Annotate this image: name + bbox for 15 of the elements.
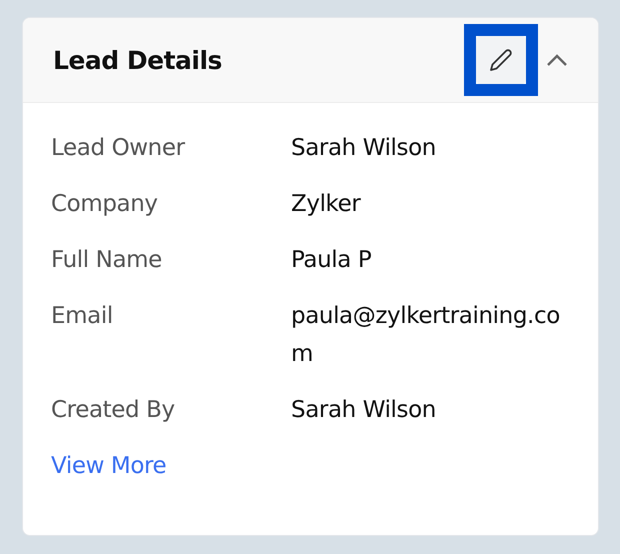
field-value: Sarah Wilson (291, 134, 437, 163)
field-label: Company (51, 191, 159, 219)
edit-button[interactable] (476, 36, 526, 84)
field-label: Full Name (51, 247, 163, 275)
field-value: Zylker (291, 190, 362, 219)
field-value: Paula P (291, 246, 372, 275)
field-label: Email (51, 303, 114, 331)
pencil-icon (489, 48, 513, 72)
card-title: Lead Details (53, 46, 223, 74)
view-more-link[interactable]: View More (51, 453, 166, 479)
collapse-icon[interactable] (546, 53, 568, 67)
field-label: Lead Owner (51, 135, 186, 163)
field-label: Created By (51, 397, 176, 425)
field-value: paula@zylkertraining.com (291, 302, 561, 369)
field-value: Sarah Wilson (291, 396, 437, 425)
